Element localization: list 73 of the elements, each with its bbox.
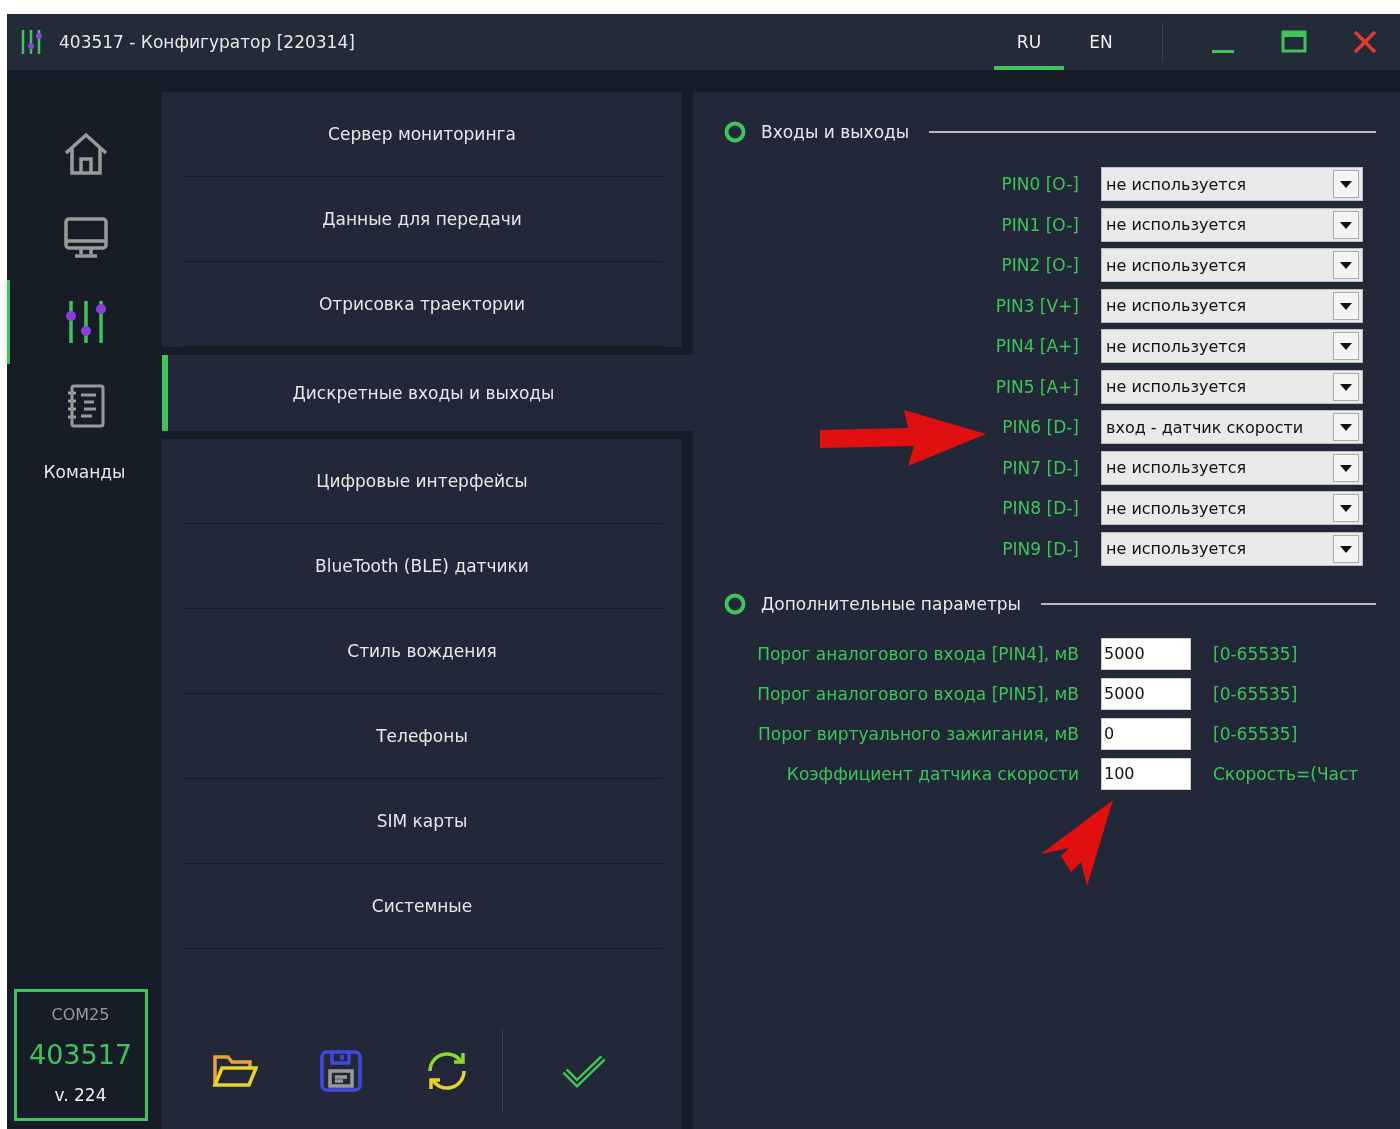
dropdown-caret-icon [1333, 170, 1359, 198]
pin-label: PIN6 [D-] [1001, 417, 1079, 437]
port-label: COM25 [51, 1005, 110, 1025]
menu-item[interactable]: Телефоны [182, 694, 662, 779]
dropdown-caret-icon [1333, 332, 1359, 360]
pin-dropdown[interactable]: не используется [1101, 329, 1363, 363]
monitor-icon [63, 216, 109, 260]
language-tab[interactable]: EN [1066, 14, 1136, 70]
menu-item[interactable]: Данные для передачи [182, 177, 662, 262]
device-id: 403517 [28, 1039, 133, 1070]
dropdown-caret-icon [1333, 291, 1359, 320]
input-field[interactable]: 5000 [1101, 637, 1191, 670]
pin-label: PIN3 [V+] [994, 295, 1079, 316]
parameter-label: Порог виртуального зажигания, мВ [757, 723, 1079, 744]
dropdown-caret-icon [1333, 372, 1359, 401]
range-hint: Скорость=(Част [1213, 763, 1359, 784]
pin-label: PIN0 [O-] [1000, 174, 1079, 194]
pin-label: PIN4 [A+] [994, 336, 1079, 356]
pin-label: PIN2 [O-] [1000, 255, 1079, 275]
pin-label: PIN8 [D-] [1001, 498, 1079, 518]
input-field[interactable]: 100 [1101, 757, 1191, 790]
notebook-icon [66, 383, 106, 429]
language-tab[interactable]: RU [994, 14, 1064, 70]
home-icon [63, 131, 109, 177]
sliders-icon [19, 28, 43, 56]
section-title: Дополнительные параметры [761, 593, 1021, 614]
menu-item[interactable]: Системные [182, 864, 662, 949]
dropdown-caret-icon [1333, 251, 1359, 279]
range-hint: [0-65535] [1213, 723, 1298, 744]
parameter-label: Порог аналогового входа [PIN4], мВ [756, 643, 1079, 664]
pin-dropdown[interactable]: не используется [1101, 207, 1363, 242]
maximize-icon [1280, 30, 1307, 54]
sliders-icon [64, 299, 108, 345]
nav-label: Команды [43, 462, 126, 482]
parameter-label: Порог аналогового входа [PIN5], мВ [756, 683, 1079, 704]
range-hint: [0-65535] [1213, 683, 1298, 704]
dropdown-caret-icon [1333, 413, 1359, 441]
pin-label: PIN7 [D-] [1001, 457, 1079, 478]
pin-label: PIN1 [O-] [1000, 214, 1079, 235]
folder-icon [212, 1053, 258, 1089]
dropdown-caret-icon [1333, 494, 1359, 522]
menu-item[interactable]: Стиль вождения [182, 609, 662, 694]
input-field[interactable]: 5000 [1101, 677, 1191, 710]
window-title: 403517 - Конфигуратор [220314] [59, 32, 355, 52]
dropdown-caret-icon [1333, 210, 1359, 239]
menu-item[interactable]: BlueTooth (BLE) датчики [182, 524, 662, 609]
range-hint: [0-65535] [1213, 643, 1298, 664]
pin-dropdown[interactable]: вход - датчик скорости [1101, 410, 1363, 444]
ring-icon [723, 120, 747, 144]
menu-item[interactable]: Сервер мониторинга [182, 92, 662, 177]
dropdown-caret-icon [1333, 453, 1359, 482]
pin-dropdown[interactable]: не используется [1101, 491, 1363, 525]
ring-icon [723, 591, 747, 616]
input-field[interactable]: 0 [1101, 717, 1191, 750]
pin-dropdown[interactable]: не используется [1101, 369, 1363, 404]
checkmark-icon [561, 1053, 607, 1089]
pin-dropdown[interactable]: не используется [1101, 248, 1363, 282]
pin-label: PIN9 [D-] [1001, 538, 1079, 559]
dropdown-caret-icon [1333, 534, 1359, 563]
parameter-label: Коэффициент датчика скорости [785, 763, 1079, 784]
menu-item[interactable]: Цифровые интерфейсы [182, 439, 662, 524]
pin-dropdown[interactable]: не используется [1101, 450, 1363, 485]
menu-item[interactable]: Дискретные входы и выходы [162, 355, 693, 431]
pin-label: PIN5 [A+] [994, 376, 1079, 397]
section-title: Входы и выходы [761, 122, 910, 142]
menu-item[interactable]: SIM карты [182, 779, 662, 864]
pin-dropdown[interactable]: не используется [1101, 288, 1363, 323]
version-label: v. 224 [54, 1084, 107, 1105]
menu-item[interactable]: Отрисовка траектории [182, 262, 662, 347]
close-icon [1352, 30, 1377, 54]
pin-dropdown[interactable]: не используется [1101, 531, 1363, 566]
pin-dropdown[interactable]: не используется [1101, 167, 1363, 201]
minimize-icon [1211, 49, 1234, 53]
